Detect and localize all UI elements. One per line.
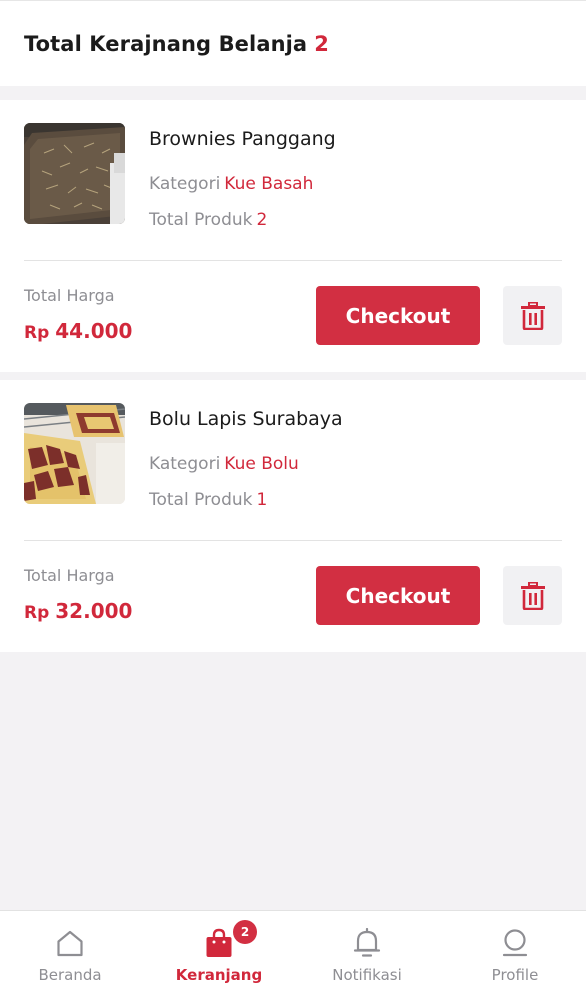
nav-label: Profile xyxy=(491,966,539,984)
profile-icon xyxy=(502,929,528,957)
product-name: Bolu Lapis Surabaya xyxy=(149,408,343,430)
total-price-label: Total Harga xyxy=(24,286,115,305)
cart-count: 2 xyxy=(314,31,329,56)
cart-item: Bolu Lapis Surabaya Kategori Kue Bolu Tot… xyxy=(0,380,586,652)
cart-badge: 2 xyxy=(233,920,257,944)
cart-item: Brownies Panggang Kategori Kue Basah Tota… xyxy=(0,100,586,372)
layer-cake-photo xyxy=(24,403,125,504)
page-header: Total Kerajnang Belanja 2 xyxy=(0,0,586,86)
home-icon xyxy=(57,930,83,957)
nav-item-notifikasi[interactable]: Notifikasi xyxy=(294,911,440,1000)
delete-button[interactable] xyxy=(503,566,562,625)
quantity-label: Total Produk xyxy=(149,210,253,230)
nav-label: Keranjang xyxy=(175,966,263,984)
product-quantity: Total Produk 1 xyxy=(149,490,267,510)
bottom-navigation: Beranda 2 Keranjang Notifikasi Profile xyxy=(0,910,586,1000)
quantity-value: 1 xyxy=(256,490,268,510)
quantity-value: 2 xyxy=(256,210,268,230)
total-price: Rp 32.000 xyxy=(24,599,132,623)
nav-item-profile[interactable]: Profile xyxy=(442,911,586,1000)
total-price: Rp 44.000 xyxy=(24,319,132,343)
category-label: Kategori xyxy=(149,454,221,474)
product-name: Brownies Panggang xyxy=(149,128,336,150)
nav-item-keranjang[interactable]: 2 Keranjang xyxy=(146,911,292,1000)
brownies-photo xyxy=(24,123,125,224)
currency: Rp xyxy=(24,323,50,343)
trash-icon xyxy=(520,301,545,330)
quantity-label: Total Produk xyxy=(149,490,253,510)
bell-icon xyxy=(353,928,381,957)
product-image[interactable] xyxy=(24,403,125,504)
nav-item-beranda[interactable]: Beranda xyxy=(0,911,143,1000)
product-quantity: Total Produk 2 xyxy=(149,210,267,230)
category-label: Kategori xyxy=(149,174,221,194)
divider xyxy=(24,540,562,541)
product-category: Kategori Kue Basah xyxy=(149,174,313,194)
shopping-bag-icon xyxy=(206,928,232,957)
trash-icon xyxy=(520,581,545,610)
product-image[interactable] xyxy=(24,123,125,224)
category-value: Kue Bolu xyxy=(224,454,299,474)
checkout-button[interactable]: Checkout xyxy=(316,286,480,345)
nav-label: Beranda xyxy=(38,966,102,984)
total-price-label: Total Harga xyxy=(24,566,115,585)
delete-button[interactable] xyxy=(503,286,562,345)
divider xyxy=(24,260,562,261)
cart-screen: Total Kerajnang Belanja 2 Brownies Pangg… xyxy=(0,0,586,1000)
page-title: Total Kerajnang Belanja xyxy=(24,31,308,56)
currency: Rp xyxy=(24,603,50,623)
category-value: Kue Basah xyxy=(224,174,314,194)
checkout-button[interactable]: Checkout xyxy=(316,566,480,625)
total-price-value: 44.000 xyxy=(55,319,133,343)
product-category: Kategori Kue Bolu xyxy=(149,454,299,474)
total-price-value: 32.000 xyxy=(55,599,133,623)
nav-label: Notifikasi xyxy=(332,966,402,984)
